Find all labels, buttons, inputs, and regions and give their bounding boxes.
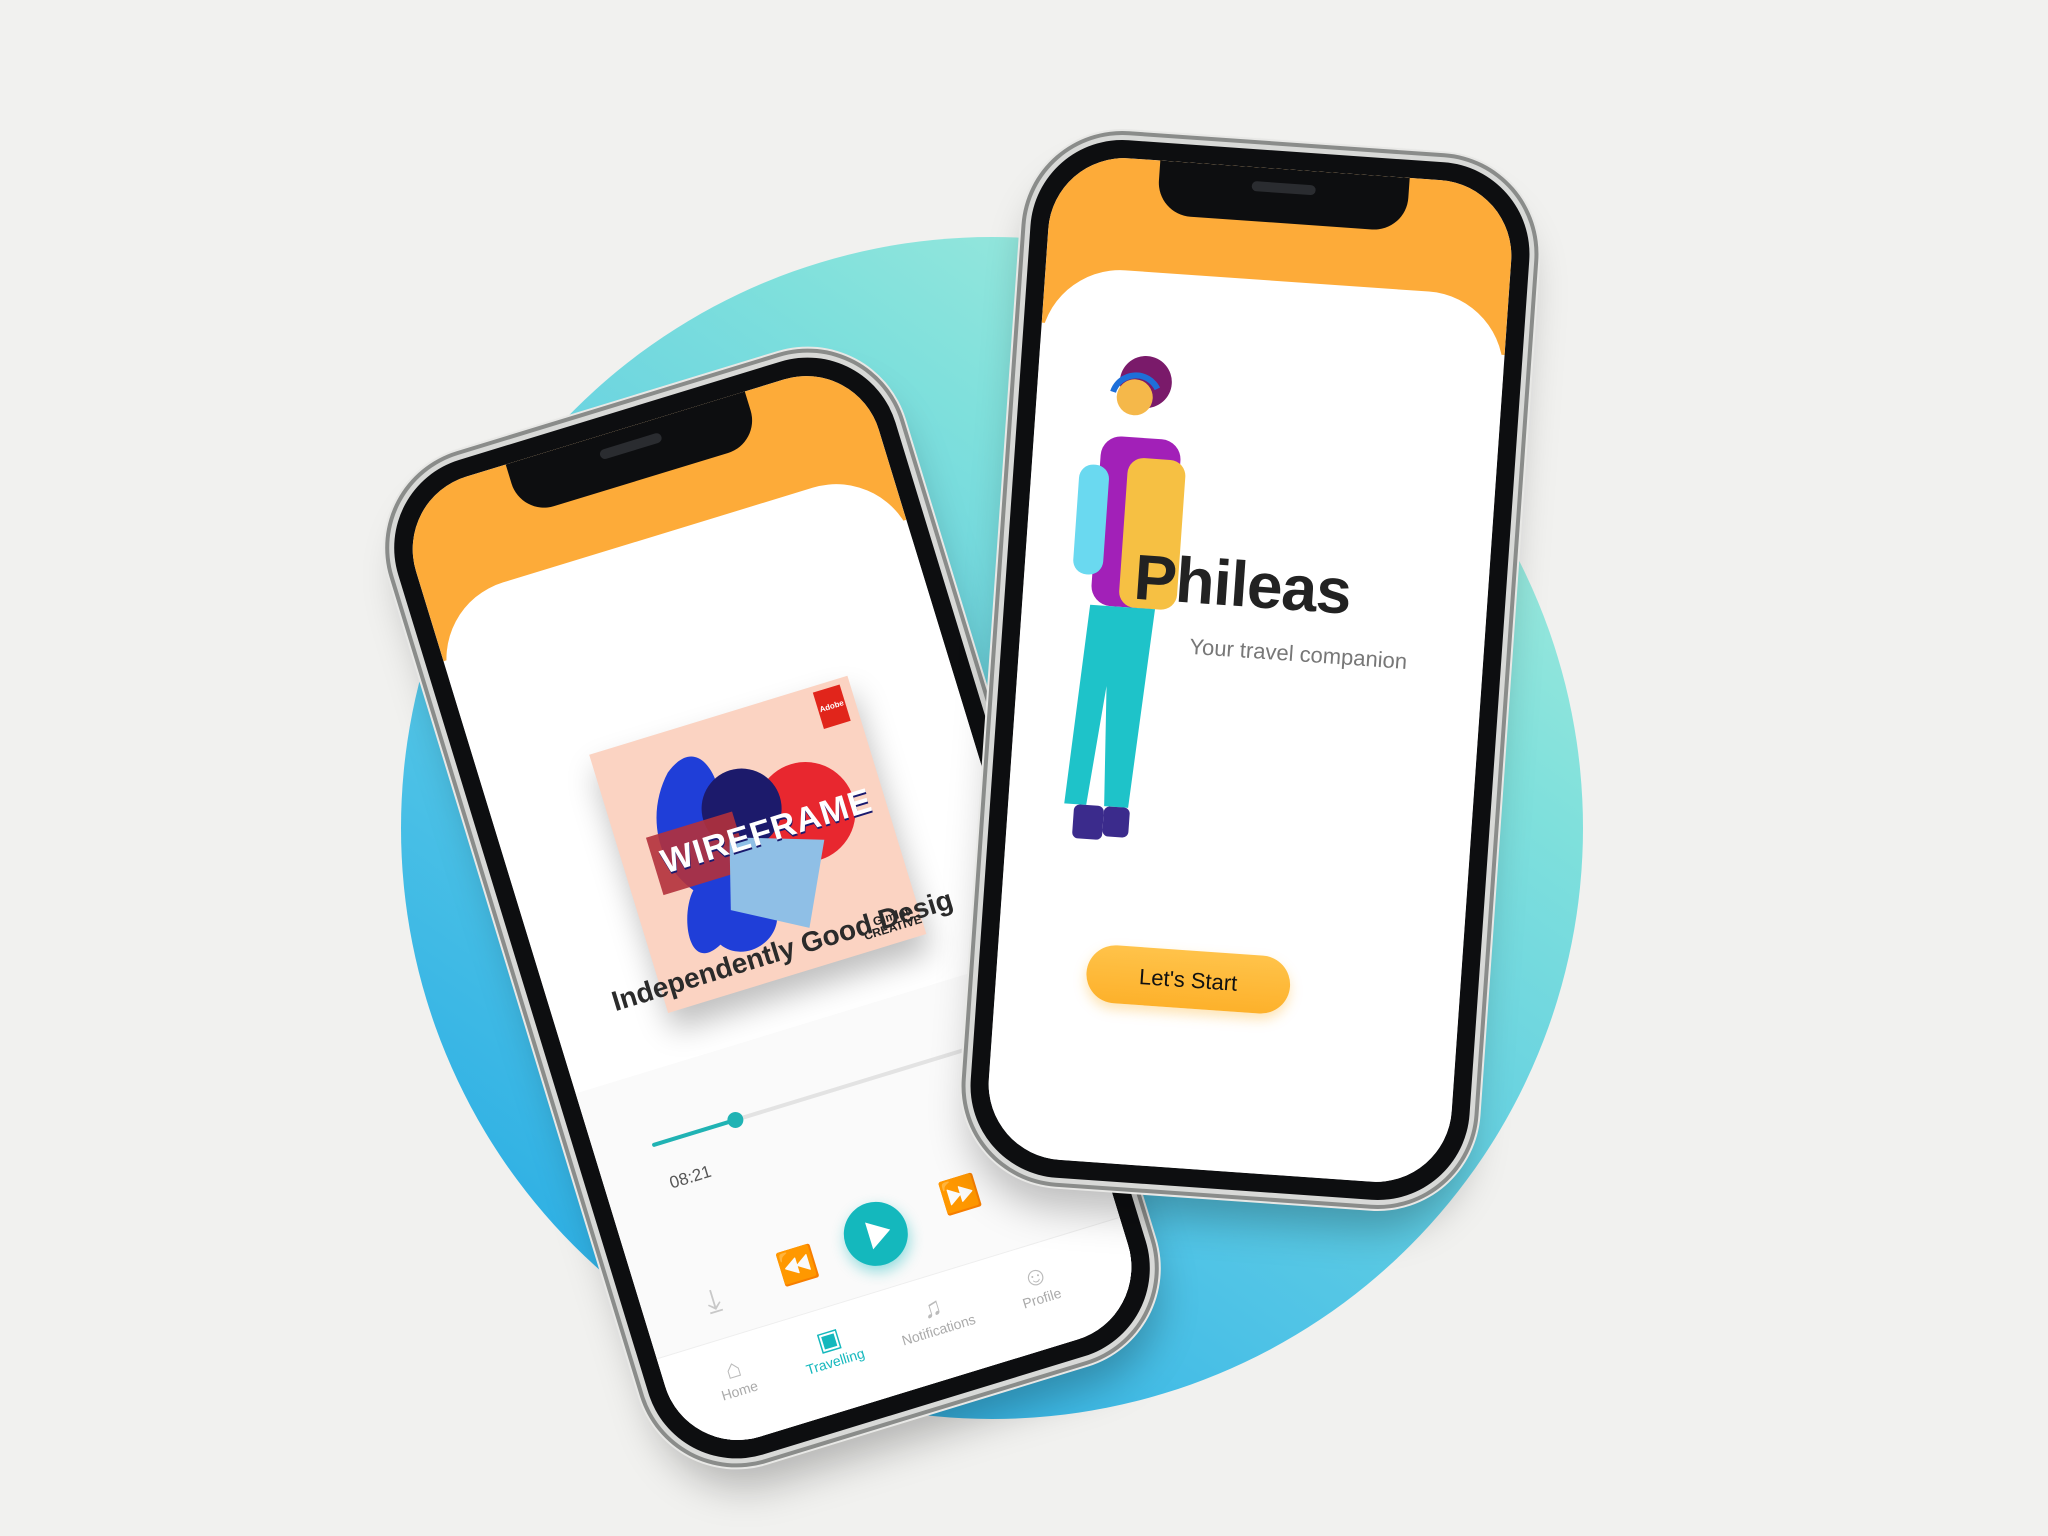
tab-travelling[interactable]: ▣ Travelling <box>776 1310 885 1383</box>
phone-welcome: Phileas Your travel companion Let's Star… <box>964 133 1536 1207</box>
tab-profile[interactable]: ☺ Profile <box>983 1247 1092 1320</box>
tab-notifications[interactable]: ♫ Notifications <box>880 1279 989 1352</box>
speaker-grille <box>598 431 663 461</box>
welcome-screen: Phileas Your travel companion Let's Star… <box>983 153 1517 1187</box>
app-title: Phileas <box>1131 540 1354 628</box>
speaker-grille <box>1251 180 1316 196</box>
tab-home[interactable]: ⌂ Home <box>681 1340 790 1413</box>
